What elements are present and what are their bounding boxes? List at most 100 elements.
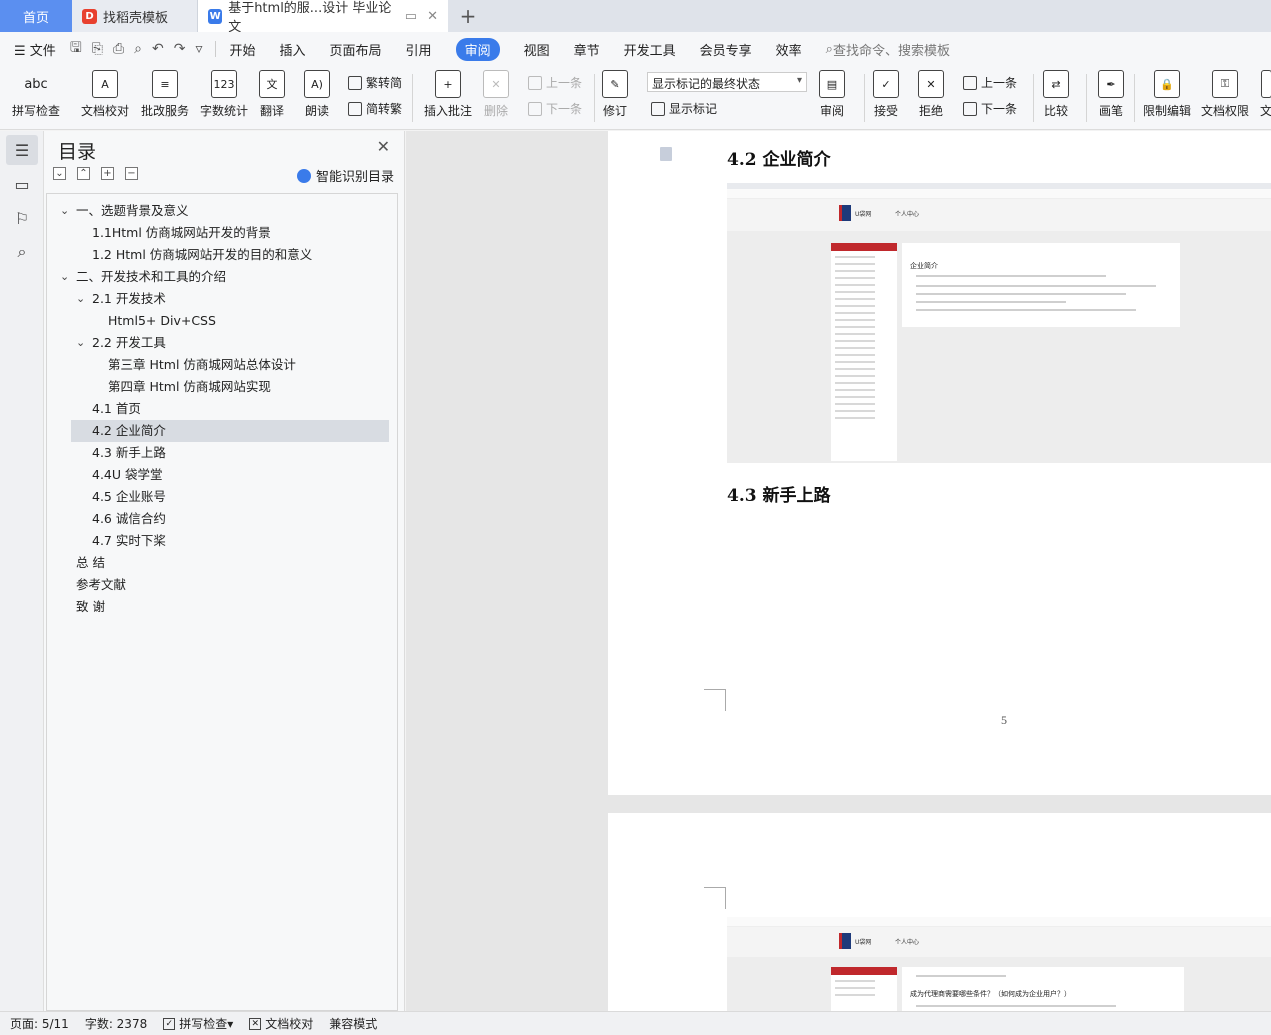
page-indicator[interactable]: 页面: 5/11 — [10, 1015, 69, 1032]
menu-references[interactable]: 引用 — [406, 40, 432, 59]
tab-home[interactable]: 首页 — [0, 0, 72, 32]
toc-panel-icon[interactable]: ☰ — [6, 135, 38, 165]
undo-icon[interactable]: ↶ — [152, 41, 164, 57]
chevron-down-icon[interactable]: ⌄ — [60, 200, 69, 222]
menu-devtools[interactable]: 开发工具 — [624, 40, 676, 59]
new-tab-button[interactable]: + — [448, 0, 488, 32]
file-menu[interactable]: ☰ 文件 — [14, 40, 56, 59]
tab-template[interactable]: D 找稻壳模板 — [72, 0, 198, 32]
spell-check-button[interactable]: abc 拼写检查 — [12, 70, 60, 119]
prev-comment-button[interactable]: 上一条 — [528, 74, 582, 91]
toc-item[interactable]: 4.4U 袋学堂 — [47, 464, 397, 486]
menu-chapter[interactable]: 章节 — [574, 40, 600, 59]
pen-button[interactable]: ✒ 画笔 — [1098, 70, 1124, 119]
reject-button[interactable]: ✕ 拒绝 — [918, 70, 944, 119]
read-aloud-button[interactable]: A) 朗读 — [304, 70, 330, 119]
side-rail: ☰ ▭ ⚐ ⌕ — [0, 131, 44, 1011]
toc-item[interactable]: 4.3 新手上路 — [47, 442, 397, 464]
toc-item[interactable]: 第四章 Html 仿商城网站实现 — [47, 376, 397, 398]
review-service-button[interactable]: ≡ 批改服务 — [141, 70, 189, 119]
print-icon[interactable]: ⎙ — [113, 41, 124, 57]
redo-icon[interactable]: ↷ — [174, 41, 186, 57]
chevron-down-icon[interactable]: ⌄ — [60, 266, 69, 288]
chevron-down-icon[interactable]: ⌄ — [76, 332, 85, 354]
restrict-edit-button[interactable]: 🔒 限制编辑 — [1143, 70, 1191, 119]
spell-check-status[interactable]: ✓ 拼写检查 ▾ — [163, 1015, 233, 1032]
markup-state-select[interactable]: 显示标记的最终状态 — [647, 72, 807, 92]
menu-insert[interactable]: 插入 — [280, 40, 306, 59]
simp-to-trad-button[interactable]: 简转繁 — [348, 100, 402, 117]
add-level-icon[interactable]: + — [101, 167, 114, 180]
doc-check-button[interactable]: A 文档校对 — [81, 70, 129, 119]
status-bar: 页面: 5/11 字数: 2378 ✓ 拼写检查 ▾ ✕ 文档校对 兼容模式 — [0, 1011, 1271, 1035]
tab-pin-icon[interactable]: ▭ — [405, 9, 417, 24]
toc-item[interactable]: 4.1 首页 — [47, 398, 397, 420]
prev-change-button[interactable]: 上一条 — [963, 74, 1017, 91]
toc-item[interactable]: 1.2 Html 仿商城网站开发的目的和意义 — [47, 244, 397, 266]
save-icon[interactable]: 🖫 — [70, 37, 82, 61]
command-search[interactable]: ⌕ 查找命令、搜索模板 — [826, 40, 950, 59]
toc-item[interactable]: 4.5 企业账号 — [47, 486, 397, 508]
expand-up-icon[interactable]: ⌃ — [77, 167, 90, 180]
screenshot-sidebar — [831, 243, 897, 461]
divider — [864, 74, 865, 122]
revise-button[interactable]: ✎ 修订 — [602, 70, 628, 119]
toc-item[interactable]: ⌄ 一、选题背景及意义 — [47, 200, 397, 222]
more-ribbon-button[interactable]: 文 — [1260, 70, 1271, 119]
chapter-nav-icon[interactable]: ▭ — [6, 169, 38, 199]
menu-review[interactable]: 审阅 — [455, 37, 500, 61]
personal-center-label: 个人中心 — [895, 939, 920, 946]
insert-comment-button[interactable]: + 插入批注 — [424, 70, 472, 119]
word-count-button[interactable]: 123 字数统计 — [200, 70, 248, 119]
next-change-button[interactable]: 下一条 — [963, 100, 1017, 117]
toc-item-selected[interactable]: 4.2 企业简介 — [71, 420, 389, 442]
document-canvas[interactable]: 4.2 企业简介 U袋网 个人中心 企业简介 4.3 新手上路 5 U袋网 个人… — [406, 131, 1271, 1011]
document-page[interactable]: U袋网 个人中心 成为代理商需要哪些条件？（如何成为企业用户？） — [608, 813, 1271, 1011]
accept-button[interactable]: ✓ 接受 — [873, 70, 899, 119]
chevron-down-icon[interactable]: ⌄ — [76, 288, 85, 310]
next-comment-button[interactable]: 下一条 — [528, 100, 582, 117]
review-pane-button[interactable]: ▤ 审阅 — [819, 70, 845, 119]
close-icon[interactable]: ✕ — [377, 137, 390, 156]
compare-button[interactable]: ⇄ 比较 — [1043, 70, 1069, 119]
toc-item[interactable]: 4.7 实时下桨 — [47, 530, 397, 552]
doc-check-status[interactable]: ✕ 文档校对 — [249, 1015, 313, 1032]
bookmark-icon[interactable]: ⚐ — [6, 203, 38, 233]
toc-item[interactable]: 4.6 诚信合约 — [47, 508, 397, 530]
menu-view[interactable]: 视图 — [524, 40, 550, 59]
trad-to-simp-button[interactable]: 繁转简 — [348, 74, 402, 91]
divider — [214, 41, 216, 57]
toc-item[interactable]: 致 谢 — [47, 596, 397, 618]
doc-check-icon: ✕ — [249, 1017, 262, 1030]
toc-item[interactable]: 总 结 — [47, 552, 397, 574]
toc-item[interactable]: Html5+ Div+CSS — [47, 310, 397, 332]
preview-icon[interactable]: ⌕ — [134, 41, 142, 57]
delete-comment-button[interactable]: ✕ 删除 — [483, 70, 509, 119]
toc-item[interactable]: 参考文献 — [47, 574, 397, 596]
toc-item[interactable]: 第三章 Html 仿商城网站总体设计 — [47, 354, 397, 376]
collapse-all-icon[interactable]: ⌄ — [53, 167, 66, 180]
toc-item[interactable]: ⌄ 2.2 开发工具 — [47, 332, 397, 354]
toc-item[interactable]: 1.1Html 仿商城网站开发的背景 — [47, 222, 397, 244]
menu-layout[interactable]: 页面布局 — [330, 40, 382, 59]
show-markup-button[interactable]: 显示标记 — [651, 100, 717, 117]
menu-member[interactable]: 会员专享 — [700, 40, 752, 59]
menu-efficiency[interactable]: 效率 — [776, 40, 802, 59]
tab-document[interactable]: W 基于html的服...设计 毕业论文 ▭ ✕ — [198, 0, 448, 35]
tab-bar: 首页 D 找稻壳模板 W 基于html的服...设计 毕业论文 ▭ ✕ + — [0, 0, 1271, 35]
close-icon[interactable]: ✕ — [427, 9, 438, 24]
remove-level-icon[interactable]: − — [125, 167, 138, 180]
document-page[interactable]: 4.2 企业简介 U袋网 个人中心 企业简介 4.3 新手上路 5 — [608, 131, 1271, 795]
smart-toc-button[interactable]: 智能识别目录 — [296, 166, 394, 185]
search-icon[interactable]: ⌕ — [6, 237, 38, 267]
doc-permission-button[interactable]: ⚿ 文档权限 — [1201, 70, 1249, 119]
translate-button[interactable]: 文翻译 — [259, 70, 285, 119]
more-icon[interactable]: ▿ — [195, 41, 202, 57]
word-count-indicator[interactable]: 字数: 2378 — [85, 1015, 147, 1032]
menu-start[interactable]: 开始 — [230, 40, 256, 59]
toc-item[interactable]: ⌄ 二、开发技术和工具的介绍 — [47, 266, 397, 288]
search-icon: ⌕ — [825, 41, 833, 57]
toc-item[interactable]: ⌄ 2.1 开发技术 — [47, 288, 397, 310]
paragraph-menu-icon[interactable] — [660, 147, 672, 161]
export-icon[interactable]: ⎘ — [92, 41, 103, 57]
